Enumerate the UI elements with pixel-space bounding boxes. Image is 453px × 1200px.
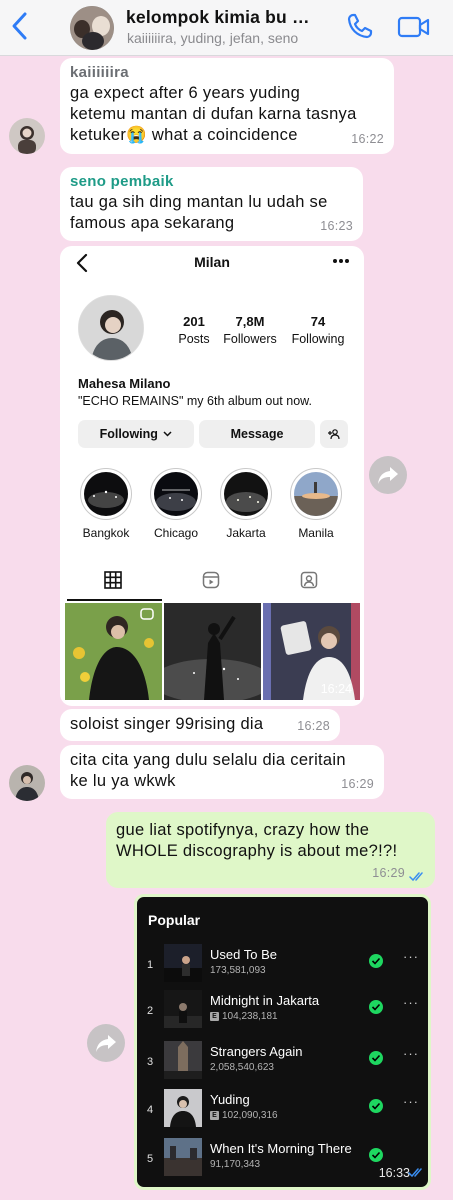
message-button: Message: [199, 420, 315, 448]
message-time: 16:33: [378, 1166, 410, 1180]
story-highlight: Chicago: [142, 468, 210, 540]
saved-check-icon: [369, 954, 383, 968]
read-receipt-icon: [408, 1168, 422, 1178]
following-stat: 74 Following: [291, 314, 345, 346]
group-members[interactable]: kaiiiiiira, yuding, jefan, seno: [127, 30, 337, 46]
avatar[interactable]: [9, 118, 45, 154]
story-highlight: Bangkok: [72, 468, 140, 540]
message-bubble[interactable]: kaiiiiiira ga expect after 6 years yudin…: [60, 58, 394, 154]
saved-check-icon: [369, 1000, 383, 1014]
active-tab-indicator: [67, 599, 162, 601]
forward-button[interactable]: [369, 456, 407, 494]
story-highlight: Manila: [282, 468, 350, 540]
message-time: 16:28: [297, 719, 330, 733]
phone-icon[interactable]: [346, 12, 374, 40]
message-text: soloist singer 99rising dia: [70, 715, 264, 733]
saved-check-icon: [369, 1099, 383, 1113]
saved-check-icon: [369, 1051, 383, 1065]
grid-icon: [104, 571, 122, 589]
grid-post: [164, 603, 261, 700]
more-icon: ···: [403, 1046, 419, 1061]
message-line: ketemu mantan di dufan karna tasnya: [70, 105, 357, 123]
grid-post: [65, 603, 162, 700]
more-icon: ···: [403, 1094, 419, 1109]
story-highlight: Jakarta: [212, 468, 280, 540]
track-row: 3 Strangers Again 2,058,540,623 ···: [137, 1038, 428, 1088]
explicit-badge: E: [210, 1012, 219, 1021]
album-cover: [164, 990, 202, 1028]
spotify-popular-screenshot[interactable]: Popular 1 Used To Be 173,581,093 ··· 2 M…: [134, 894, 431, 1190]
more-icon: ···: [403, 949, 419, 964]
track-row: 4 Yuding E 102,090,316 ···: [137, 1086, 428, 1136]
group-title[interactable]: kelompok kimia bu …: [126, 7, 336, 28]
message-time: 16:23: [320, 219, 353, 233]
avatar[interactable]: [9, 765, 45, 801]
reels-icon: [202, 571, 220, 589]
album-cover: [164, 1041, 202, 1079]
profile-picture: [78, 295, 144, 361]
chat-header: kelompok kimia bu … kaiiiiiira, yuding, …: [0, 0, 453, 56]
share-arrow-icon: [378, 467, 398, 484]
message-line: WHOLE discography is about me?!?!: [116, 842, 398, 860]
instagram-profile-screenshot[interactable]: Milan 201 Posts 7,8M Followers 74 Following…: [60, 246, 364, 706]
read-receipt-icon: [409, 872, 423, 882]
message-bubble[interactable]: cita cita yang dulu selalu dia ceritain …: [60, 745, 384, 799]
track-row: 1 Used To Be 173,581,093 ···: [137, 941, 428, 991]
message-line: cita cita yang dulu selalu dia ceritain: [70, 751, 346, 769]
group-avatar[interactable]: [70, 6, 114, 50]
message-bubble[interactable]: soloist singer 99rising dia 16:28: [60, 709, 340, 741]
message-time: 16:29: [372, 866, 405, 880]
album-cover: [164, 1138, 202, 1176]
message-line: gue liat spotifynya, crazy how the: [116, 821, 370, 839]
message-line: ke lu ya wkwk: [70, 772, 176, 790]
message-bubble[interactable]: seno pembaik tau ga sih ding mantan lu u…: [60, 167, 363, 241]
chevron-left-icon[interactable]: [8, 10, 32, 42]
more-options-icon: [333, 259, 349, 263]
following-button: Following: [78, 420, 194, 448]
message-line: tau ga sih ding mantan lu udah se: [70, 193, 328, 211]
video-camera-icon[interactable]: [397, 14, 431, 40]
profile-full-name: Mahesa Milano: [78, 376, 171, 391]
chevron-down-icon: [163, 431, 172, 437]
message-time: 16:24: [320, 682, 352, 696]
section-title: Popular: [148, 912, 201, 928]
sender-name: kaiiiiiira: [70, 64, 129, 81]
add-person-icon: [320, 420, 348, 448]
album-cover: [164, 1089, 202, 1127]
message-line: ga expect after 6 years yuding: [70, 84, 301, 102]
message-line: ketuker😭 what a coincidence: [70, 126, 298, 144]
forward-button[interactable]: [87, 1024, 125, 1062]
explicit-badge: E: [210, 1111, 219, 1120]
sender-name: seno pembaik: [70, 173, 174, 190]
more-icon: ···: [403, 995, 419, 1010]
profile-username: Milan: [194, 254, 230, 270]
message-bubble-outgoing[interactable]: gue liat spotifynya, crazy how the WHOLE…: [106, 812, 435, 888]
saved-check-icon: [369, 1148, 383, 1162]
profile-tabs: [60, 566, 364, 602]
tagged-icon: [300, 571, 318, 589]
track-row: 2 Midnight in Jakarta E 104,238,181 ···: [137, 987, 428, 1037]
share-arrow-icon: [96, 1035, 116, 1052]
album-cover: [164, 944, 202, 982]
message-time: 16:29: [341, 777, 374, 791]
profile-bio: "ECHO REMAINS" my 6th album out now.: [78, 394, 312, 408]
message-time: 16:22: [351, 132, 384, 146]
message-line: famous apa sekarang: [70, 214, 235, 232]
